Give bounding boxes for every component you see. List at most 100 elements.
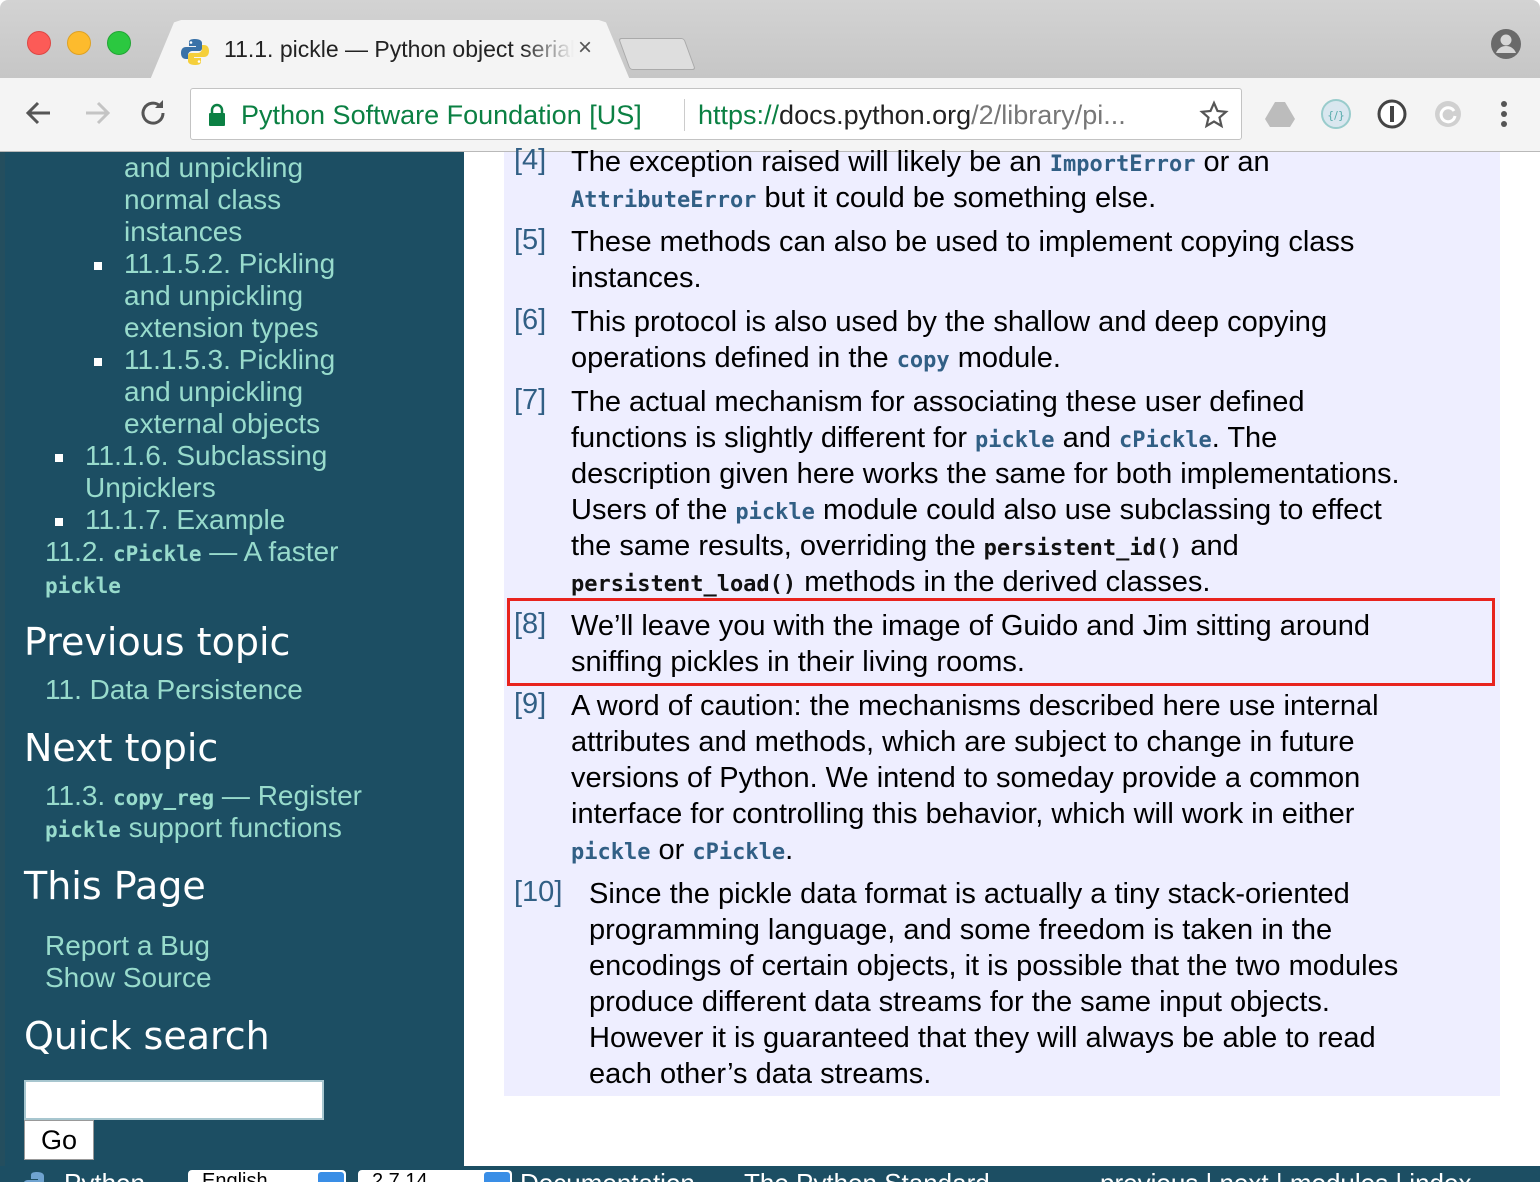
browser-toolbar: Python Software Foundation [US] https://… [0, 78, 1540, 152]
toc-link-line[interactable]: Unpicklers [85, 472, 216, 504]
next-topic-link-cont[interactable]: pickle support functions [45, 812, 342, 846]
footnote-9-line: pickle or cPickle. [571, 832, 793, 871]
footnote-9-line: versions of Python. We intend to someday… [571, 762, 1361, 794]
window-maximize-button[interactable] [107, 31, 131, 55]
language-select[interactable]: English [188, 1170, 346, 1182]
address-bar[interactable]: Python Software Foundation [US] https://… [190, 88, 1242, 140]
bookmark-star-icon[interactable] [1199, 100, 1229, 130]
footnote-7-line: functions is slightly different for pick… [571, 420, 1277, 459]
standard-library-link[interactable]: The Python Standard [744, 1168, 990, 1182]
window-minimize-button[interactable] [67, 31, 91, 55]
toc-link-pickling-extension[interactable]: 11.1.5.2. Pickling [124, 248, 335, 280]
next-topic-link[interactable]: 11.3. copy_reg — Register [45, 780, 362, 814]
url-path: /2/library/pi... [971, 100, 1126, 130]
refresh-extension-icon[interactable] [1432, 98, 1464, 130]
footnote-4-line: The exception raised will likely be an I… [571, 144, 1270, 183]
window-close-button[interactable] [27, 31, 51, 55]
version-select-value: 2.7.14 [372, 1170, 428, 1182]
code-cpickle[interactable]: cPickle [1119, 428, 1212, 453]
toc-link-example[interactable]: 11.1.7. Example [85, 504, 285, 536]
forward-arrow-icon[interactable] [80, 96, 114, 130]
code-pickle[interactable]: pickle [571, 840, 650, 865]
toc-link-line[interactable]: extension types [124, 312, 319, 344]
highlight-annotation-box [507, 598, 1495, 686]
documentation-link[interactable]: Documentation [520, 1168, 695, 1182]
omnibox-divider [684, 99, 685, 131]
toc-link-line[interactable]: normal class [124, 184, 281, 216]
toc-link-cpickle-cont[interactable]: pickle [45, 568, 121, 602]
onepassword-extension-icon[interactable] [1376, 98, 1408, 130]
link-text: — Register [214, 780, 362, 811]
menu-dots-icon[interactable] [1490, 98, 1522, 130]
footnote-4-line: AttributeError but it could be something… [571, 180, 1156, 219]
code-pickle[interactable]: pickle [735, 500, 814, 525]
text: . [785, 834, 794, 866]
this-page-heading: This Page [24, 864, 206, 908]
code-cpickle[interactable]: cPickle [692, 840, 785, 865]
code-attributeerror[interactable]: AttributeError [571, 188, 756, 213]
text: Users of the [571, 494, 736, 526]
footnote-5-line: These methods can also be used to implem… [571, 226, 1355, 258]
search-input[interactable] [24, 1080, 324, 1120]
new-tab-button[interactable] [618, 38, 696, 70]
footnote-7-line: the same results, overriding the persist… [571, 528, 1239, 567]
nav-links[interactable]: previous | next | modules | index [1100, 1168, 1471, 1182]
code-copy[interactable]: copy [897, 348, 950, 373]
go-button[interactable]: Go [24, 1120, 94, 1160]
link-code: pickle [45, 574, 121, 598]
toc-link-cpickle[interactable]: 11.2. cPickle — A faster [45, 536, 338, 570]
text: or [650, 834, 693, 866]
next-topic-heading: Next topic [24, 726, 219, 770]
text: . The [1211, 422, 1278, 454]
footnote-label-5[interactable]: [5] [514, 224, 546, 257]
toc-link-line[interactable]: and unpickling [124, 376, 303, 408]
toc-link-line[interactable]: instances [124, 216, 242, 248]
devtools-extension-icon[interactable]: {/} [1320, 98, 1352, 130]
reload-icon[interactable] [136, 96, 170, 130]
footnote-label-4[interactable]: [4] [514, 144, 546, 177]
toc-link-line[interactable]: and unpickling [124, 280, 303, 312]
footnote-10-line: Since the pickle data format is actually… [589, 878, 1350, 910]
footnote-6-line: This protocol is also used by the shallo… [571, 306, 1328, 338]
footnote-9-line: A word of caution: the mechanisms descri… [571, 690, 1379, 722]
footnote-label-10[interactable]: [10] [514, 876, 562, 909]
python-logo-icon [24, 1172, 44, 1182]
toc-bullet [94, 358, 102, 366]
text: module. [949, 342, 1061, 374]
toc-link-pickling-external[interactable]: 11.1.5.3. Pickling [124, 344, 335, 376]
link-text: 11.2. [45, 536, 113, 567]
python-home-link[interactable]: Python [64, 1168, 145, 1182]
link-text: support functions [120, 812, 342, 843]
code-importerror[interactable]: ImportError [1050, 152, 1196, 177]
footnote-10-line: produce different data streams for the s… [589, 986, 1330, 1018]
code-persistent-load: persistent_load() [571, 572, 797, 597]
back-arrow-icon[interactable] [22, 96, 56, 130]
show-source-link[interactable]: Show Source [45, 962, 212, 994]
toc-bullet [94, 262, 102, 270]
footnote-9-line: attributes and methods, which are subjec… [571, 726, 1355, 758]
previous-topic-link[interactable]: 11. Data Persistence [45, 674, 303, 706]
text: and [1054, 422, 1120, 454]
url-text[interactable]: https://docs.python.org/2/library/pi... [698, 100, 1126, 131]
toc-link-line[interactable]: and unpickling [124, 152, 303, 184]
footnote-10-line: However it is guaranteed that they will … [589, 1022, 1376, 1054]
version-select[interactable]: 2.7.14 [358, 1170, 512, 1182]
text: operations defined in the [571, 342, 897, 374]
profile-icon[interactable] [1490, 28, 1522, 60]
link-code: cPickle [112, 542, 202, 566]
footnote-7-line: description given here works the same fo… [571, 458, 1400, 490]
code-persistent-id: persistent_id() [983, 536, 1183, 561]
footnote-label-7[interactable]: [7] [514, 384, 546, 417]
url-scheme: https:// [698, 100, 780, 130]
footnote-label-9[interactable]: [9] [514, 688, 546, 721]
code-pickle[interactable]: pickle [975, 428, 1054, 453]
footnote-label-6[interactable]: [6] [514, 304, 546, 337]
report-bug-link[interactable]: Report a Bug [45, 930, 210, 962]
footnote-10-line: encodings of certain objects, it is poss… [589, 950, 1399, 982]
toc-link-line[interactable]: external objects [124, 408, 320, 440]
svg-text:{/}: {/} [1327, 109, 1345, 122]
drive-extension-icon[interactable] [1264, 98, 1296, 130]
tab-close-icon[interactable]: × [578, 34, 592, 62]
toc-link-subclassing[interactable]: 11.1.6. Subclassing [85, 440, 327, 472]
tab-pickle-docs[interactable]: 11.1. pickle — Python object serializati… [150, 20, 630, 80]
